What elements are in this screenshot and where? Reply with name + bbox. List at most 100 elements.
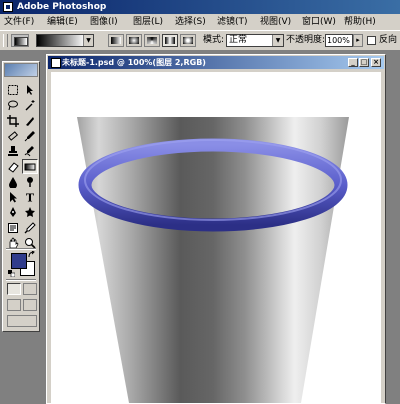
default-colors-icon[interactable]	[8, 270, 15, 277]
notes-icon	[8, 222, 18, 233]
diamond-gradient-button[interactable]	[180, 34, 196, 47]
menu-window[interactable]: 窗口(W)	[302, 14, 336, 30]
reverse-label: 反向	[379, 35, 398, 45]
svg-text:T: T	[26, 192, 35, 204]
toolbox-header-logo[interactable]	[4, 63, 38, 77]
custom-shape-icon	[25, 207, 35, 218]
document-icon	[51, 58, 61, 68]
quick-mask-mode-button[interactable]	[23, 283, 37, 295]
path-selection-icon	[10, 192, 17, 203]
opacity-input[interactable]: 100%	[325, 34, 353, 47]
notes-tool-button[interactable]	[5, 220, 21, 235]
gradient-picker[interactable]: ▼	[36, 34, 94, 47]
chevron-down-icon[interactable]: ▼	[272, 35, 283, 46]
menu-view[interactable]: 视图(V)	[260, 14, 291, 30]
blur-tool-button[interactable]	[5, 174, 21, 189]
opacity-slider-arrow-icon[interactable]: ▸	[353, 34, 363, 47]
toolbox-separator	[6, 279, 36, 281]
document-window: 未标题-1.psd @ 100%(图层 2,RGB) _ □ ×	[46, 54, 386, 404]
mode-value: 正常	[229, 35, 248, 45]
custom-shape-tool-button[interactable]	[22, 204, 38, 219]
clone-stamp-tool-button[interactable]	[5, 143, 21, 158]
tool-preset-picker[interactable]	[11, 34, 29, 47]
menu-layer[interactable]: 图层(L)	[133, 14, 163, 30]
angle-gradient-button[interactable]	[144, 34, 160, 47]
slice-tool-button[interactable]	[22, 113, 38, 128]
lasso-tool-button[interactable]	[5, 97, 21, 112]
gradient-tool-button[interactable]	[22, 158, 38, 174]
reflected-gradient-button[interactable]	[162, 34, 178, 47]
full-screen-mode-button[interactable]	[23, 299, 37, 311]
path-selection-tool-button[interactable]	[5, 189, 21, 204]
pen-tool-button[interactable]	[5, 204, 21, 219]
document-titlebar[interactable]: 未标题-1.psd @ 100%(图层 2,RGB) _ □ ×	[48, 56, 384, 69]
menu-bar: 文件(F) 编辑(E) 图像(I) 图层(L) 选择(S) 滤镜(T) 视图(V…	[0, 14, 400, 31]
brush-icon	[24, 130, 35, 142]
dodge-tool-button[interactable]	[22, 174, 38, 189]
app-titlebar: Adobe Photoshop	[0, 0, 400, 14]
type-tool-button[interactable]: T	[22, 189, 38, 204]
pen-icon	[10, 207, 16, 218]
crop-icon	[7, 114, 19, 127]
magic-wand-tool-button[interactable]	[22, 97, 38, 112]
marquee-tool-button[interactable]	[5, 82, 21, 97]
minimize-button[interactable]: _	[348, 58, 358, 67]
menu-filter[interactable]: 滤镜(T)	[217, 14, 248, 30]
crop-tool-button[interactable]	[5, 113, 21, 128]
type-icon: T	[26, 192, 35, 204]
eraser-icon	[8, 161, 19, 173]
history-brush-tool-button[interactable]	[22, 143, 38, 158]
healing-brush-tool-button[interactable]	[5, 128, 21, 143]
healing-brush-icon	[7, 131, 19, 141]
dodge-icon	[27, 176, 33, 187]
eyedropper-icon	[24, 221, 36, 234]
menu-image[interactable]: 图像(I)	[90, 14, 118, 30]
linear-gradient-button[interactable]	[108, 34, 124, 47]
magic-wand-icon	[25, 100, 35, 111]
eyedropper-tool-button[interactable]	[22, 220, 38, 235]
blur-icon	[9, 176, 17, 188]
chevron-down-icon[interactable]: ▼	[83, 35, 93, 46]
menu-file[interactable]: 文件(F)	[4, 14, 34, 30]
standard-screen-mode-button[interactable]	[7, 299, 21, 311]
gradient-preview	[37, 35, 85, 46]
history-brush-icon	[24, 146, 34, 157]
menu-edit[interactable]: 编辑(E)	[47, 14, 78, 30]
menu-select[interactable]: 选择(S)	[175, 14, 206, 30]
clone-stamp-icon	[8, 146, 18, 157]
foreground-color-swatch[interactable]	[11, 253, 27, 269]
document-title: 未标题-1.psd @ 100%(图层 2,RGB)	[62, 58, 206, 67]
options-bar: ▼ 模式: 正常 ▼ 不透明度: 100% ▸ 反向	[0, 31, 400, 51]
linear-gradient-icon	[111, 37, 121, 44]
menu-help[interactable]: 帮助(H)	[344, 14, 376, 30]
gradient-icon	[24, 163, 36, 170]
maximize-button[interactable]: □	[359, 58, 369, 67]
opacity-label: 不透明度:	[286, 35, 326, 45]
app-title: Adobe Photoshop	[17, 2, 107, 12]
brush-tool-button[interactable]	[22, 128, 38, 143]
move-icon	[27, 85, 33, 95]
photoshop-app-icon	[3, 2, 13, 12]
diamond-gradient-icon	[183, 37, 193, 44]
slice-icon	[26, 116, 34, 126]
document-canvas[interactable]	[51, 72, 381, 403]
radial-gradient-icon	[129, 37, 139, 44]
swap-colors-icon[interactable]	[28, 251, 36, 259]
mode-label: 模式:	[203, 35, 225, 45]
marquee-icon	[8, 85, 18, 95]
reverse-checkbox[interactable]	[367, 36, 376, 45]
standard-mode-button[interactable]	[7, 283, 21, 295]
reflected-gradient-icon	[165, 37, 175, 44]
eraser-tool-button[interactable]	[5, 159, 21, 174]
options-bar-grip[interactable]	[3, 34, 8, 47]
close-button[interactable]: ×	[371, 58, 381, 67]
lasso-icon	[8, 100, 18, 111]
toolbox-separator	[6, 248, 36, 250]
radial-gradient-button[interactable]	[126, 34, 142, 47]
move-tool-button[interactable]	[22, 82, 38, 97]
angle-gradient-icon	[147, 37, 157, 44]
jump-to-imageready-button[interactable]	[7, 315, 37, 327]
mode-select[interactable]: 正常 ▼	[226, 34, 284, 47]
toolbox-palette: T	[2, 61, 40, 332]
cone-artwork	[77, 117, 349, 403]
